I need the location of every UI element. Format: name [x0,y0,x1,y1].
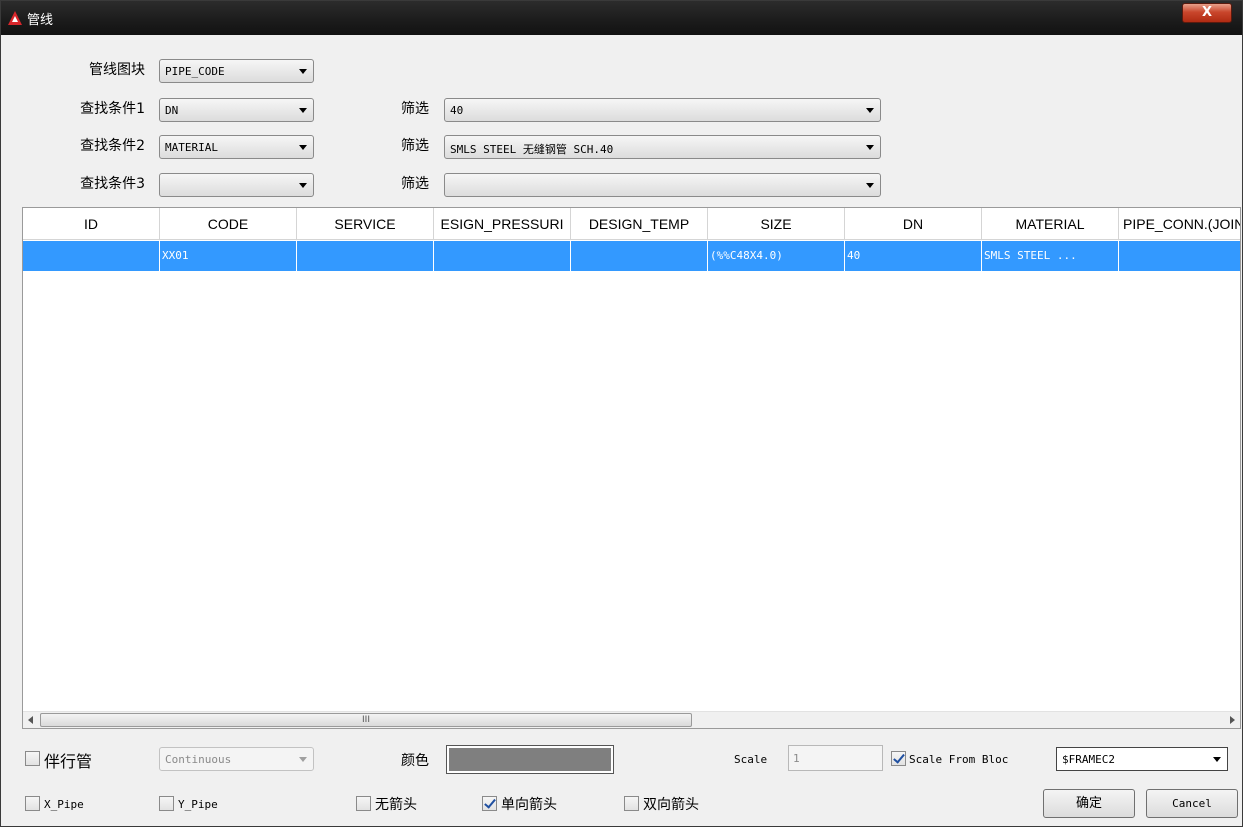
companion-pipe-checkbox[interactable] [25,751,40,766]
chevron-down-icon [1213,757,1221,762]
cancel-button[interactable]: Cancel [1146,789,1238,818]
double-arrow-label: 双向箭头 [643,797,699,813]
x-pipe-label: X_Pipe [44,798,84,811]
cell-code[interactable]: XX01 [160,241,297,271]
chevron-down-icon [866,145,874,150]
column-header-service[interactable]: SERVICE [297,208,434,240]
block-label: 管线图块 [89,62,145,78]
column-header-design-pressure[interactable]: ESIGN_PRESSURI [434,208,571,240]
chevron-down-icon [299,757,307,762]
condition1-label: 查找条件1 [80,101,145,117]
column-header-pipe-conn[interactable]: PIPE_CONN.(JOIN [1119,208,1240,240]
filter1-label: 筛选 [401,101,429,117]
companion-pipe-label: 伴行管 [44,752,93,771]
column-header-dn[interactable]: DN [845,208,982,240]
table-row[interactable]: XX01 (%%C48X4.0) 40 SMLS STEEL ... [23,241,1240,271]
scrollbar-thumb[interactable]: III [40,713,692,727]
chevron-down-icon [866,183,874,188]
autocad-logo-icon [8,11,22,25]
condition3-select[interactable] [159,173,314,197]
condition1-select[interactable]: DN [159,98,314,122]
y-pipe-checkbox[interactable] [159,796,174,811]
cell-dn[interactable]: 40 [845,241,982,271]
title-bar[interactable]: 管线 X [1,1,1242,35]
cell-service[interactable] [297,241,434,271]
condition2-select[interactable]: MATERIAL [159,135,314,159]
cell-pipe-conn[interactable] [1119,241,1240,271]
pipe-table[interactable]: ID CODE SERVICE ESIGN_PRESSURI DESIGN_TE… [22,207,1241,729]
column-header-material[interactable]: MATERIAL [982,208,1119,240]
filter2-value: SMLS STEEL 无缝钢管 SCH.40 [450,143,614,156]
filter2-select[interactable]: SMLS STEEL 无缝钢管 SCH.40 [444,135,881,159]
condition2-value: MATERIAL [165,141,218,154]
scrollbar-grip: III [362,715,370,725]
x-pipe-checkbox[interactable] [25,796,40,811]
chevron-down-icon [299,145,307,150]
single-arrow-label: 单向箭头 [501,797,557,813]
no-arrow-checkbox[interactable] [356,796,371,811]
column-header-size[interactable]: SIZE [708,208,845,240]
frame-value: $FRAMEC2 [1062,753,1115,766]
cell-material[interactable]: SMLS STEEL ... [982,241,1119,271]
close-icon: X [1201,5,1213,20]
linetype-value: Continuous [165,753,232,766]
chevron-down-icon [866,108,874,113]
chevron-down-icon [299,183,307,188]
double-arrow-checkbox[interactable] [624,796,639,811]
block-select[interactable]: PIPE_CODE [159,59,314,83]
filter3-select[interactable] [444,173,881,197]
filter1-value: 40 [450,104,464,117]
table-header: ID CODE SERVICE ESIGN_PRESSURI DESIGN_TE… [23,208,1240,240]
single-arrow-checkbox[interactable] [482,796,497,811]
linetype-select[interactable]: Continuous [159,747,314,771]
column-header-id[interactable]: ID [23,208,160,240]
chevron-down-icon [299,108,307,113]
filter3-label: 筛选 [401,176,429,192]
chevron-down-icon [299,69,307,74]
scroll-right-icon[interactable] [1230,716,1235,724]
no-arrow-label: 无箭头 [375,797,417,813]
color-swatch[interactable] [446,745,614,774]
condition3-label: 查找条件3 [80,176,145,192]
condition2-label: 查找条件2 [80,138,145,154]
filter1-select[interactable]: 40 [444,98,881,122]
close-button[interactable]: X [1182,3,1232,23]
cell-design-pressure[interactable] [434,241,571,271]
frame-select[interactable]: $FRAMEC2 [1056,747,1228,771]
cell-id[interactable] [23,241,160,271]
condition1-value: DN [165,104,179,117]
cell-size[interactable]: (%%C48X4.0) [708,241,845,271]
column-header-design-temp[interactable]: DESIGN_TEMP [571,208,708,240]
filter2-label: 筛选 [401,138,429,154]
scale-from-block-checkbox[interactable] [891,751,906,766]
scroll-left-icon[interactable] [28,716,33,724]
scale-label: Scale [734,753,768,766]
color-label: 颜色 [401,753,429,769]
y-pipe-label: Y_Pipe [178,798,218,811]
horizontal-scrollbar[interactable]: III [23,711,1240,728]
scale-input[interactable]: 1 [788,745,883,771]
column-header-code[interactable]: CODE [160,208,297,240]
block-select-value: PIPE_CODE [165,65,225,78]
pipe-dialog: 管线 X 管线图块 PIPE_CODE 查找条件1 DN 筛选 40 查找条件2… [0,0,1243,827]
cell-design-temp[interactable] [571,241,708,271]
scale-value: 1 [793,752,800,765]
scale-from-block-label: Scale From Bloc [909,753,1009,766]
color-swatch-fill [449,748,611,771]
ok-button[interactable]: 确定 [1043,789,1135,818]
window-title: 管线 [27,13,54,28]
